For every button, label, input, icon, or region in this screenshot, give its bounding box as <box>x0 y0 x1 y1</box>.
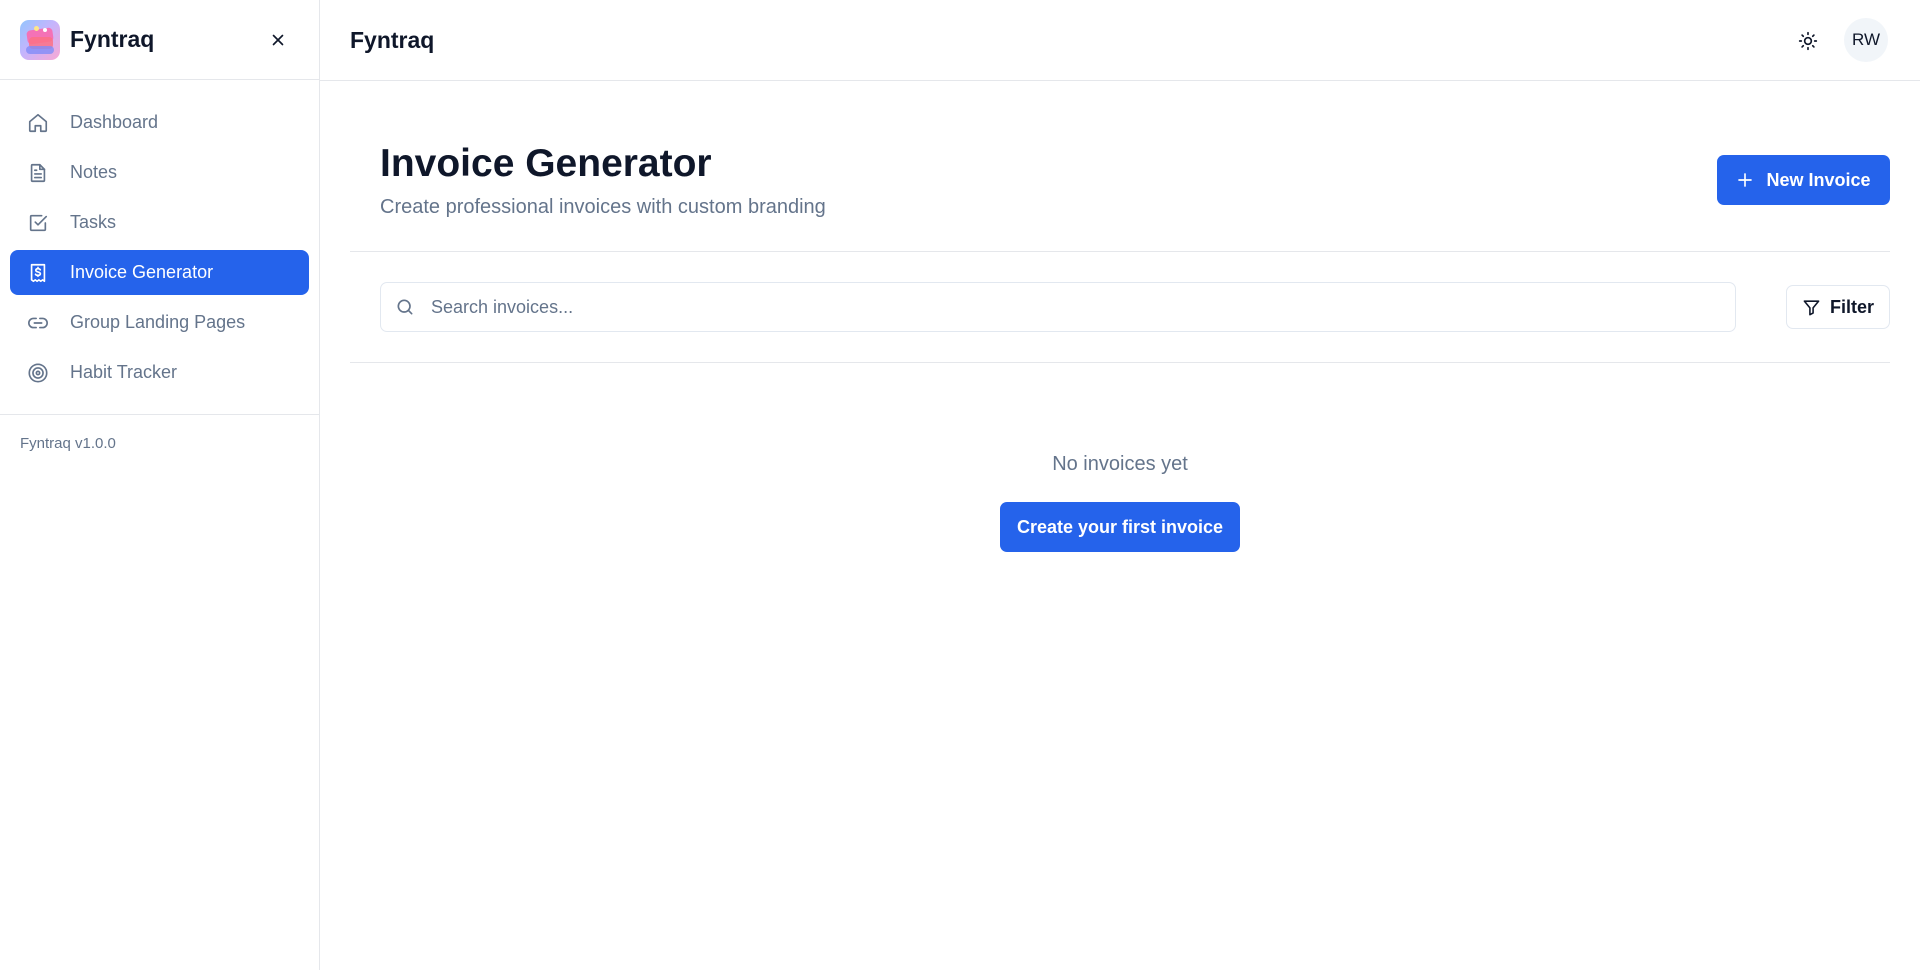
filter-icon <box>1802 298 1821 317</box>
search-bar-row: Filter <box>350 252 1890 363</box>
brand-name: Fyntraq <box>70 26 155 52</box>
plus-icon <box>1736 171 1754 189</box>
check-square-icon <box>26 211 50 235</box>
sidebar-item-dashboard[interactable]: Dashboard <box>10 100 309 145</box>
main-content: Invoice Generator Create professional in… <box>320 81 1920 970</box>
topbar-title: Fyntraq <box>350 26 435 53</box>
sidebar-item-label: Dashboard <box>70 112 159 132</box>
target-icon <box>26 361 50 385</box>
sidebar-nav: Dashboard Notes Tasks Invoice Generator … <box>0 80 319 415</box>
sun-icon <box>1798 31 1818 51</box>
filter-button[interactable]: Filter <box>1786 285 1890 329</box>
search-box <box>380 282 1736 332</box>
sidebar-item-label: Tasks <box>70 212 117 232</box>
new-invoice-label: New Invoice <box>1766 169 1871 190</box>
search-input[interactable] <box>431 283 1721 331</box>
home-icon <box>26 111 50 135</box>
sidebar-item-label: Group Landing Pages <box>70 312 246 332</box>
sidebar-item-label: Invoice Generator <box>70 262 214 282</box>
close-icon <box>272 34 284 46</box>
sidebar-item-label: Habit Tracker <box>70 362 178 382</box>
sidebar: Fyntraq Dashboard Notes Tasks Invoice Ge… <box>0 0 320 970</box>
top-bar: Fyntraq RW <box>320 0 1920 81</box>
app-version: Fyntraq v1.0.0 <box>20 435 116 452</box>
sidebar-item-group-landing-pages[interactable]: Group Landing Pages <box>10 300 309 345</box>
file-text-icon <box>26 161 50 185</box>
page-subtitle: Create professional invoices with custom… <box>380 196 826 218</box>
empty-state: No invoices yet <box>320 453 1920 476</box>
sidebar-item-label: Notes <box>70 162 118 182</box>
create-first-invoice-button[interactable]: Create your first invoice <box>1000 502 1240 552</box>
close-sidebar-button[interactable] <box>264 26 292 54</box>
page-title: Invoice Generator <box>380 142 712 185</box>
search-icon <box>395 297 415 317</box>
sidebar-header: Fyntraq <box>0 0 319 80</box>
sidebar-item-habit-tracker[interactable]: Habit Tracker <box>10 350 309 395</box>
link-icon <box>26 311 50 335</box>
theme-toggle-button[interactable] <box>1792 25 1824 57</box>
sidebar-item-notes[interactable]: Notes <box>10 150 309 195</box>
empty-state-message: No invoices yet <box>1052 453 1188 475</box>
filter-label: Filter <box>1829 296 1874 317</box>
app-logo <box>20 19 60 60</box>
avatar[interactable]: RW <box>1844 18 1888 62</box>
dollar-receipt-icon <box>26 261 50 285</box>
page-header: Invoice Generator Create professional in… <box>350 81 1890 252</box>
sidebar-item-invoice-generator[interactable]: Invoice Generator <box>10 250 309 295</box>
sidebar-item-tasks[interactable]: Tasks <box>10 200 309 245</box>
new-invoice-button[interactable]: New Invoice <box>1717 155 1890 205</box>
